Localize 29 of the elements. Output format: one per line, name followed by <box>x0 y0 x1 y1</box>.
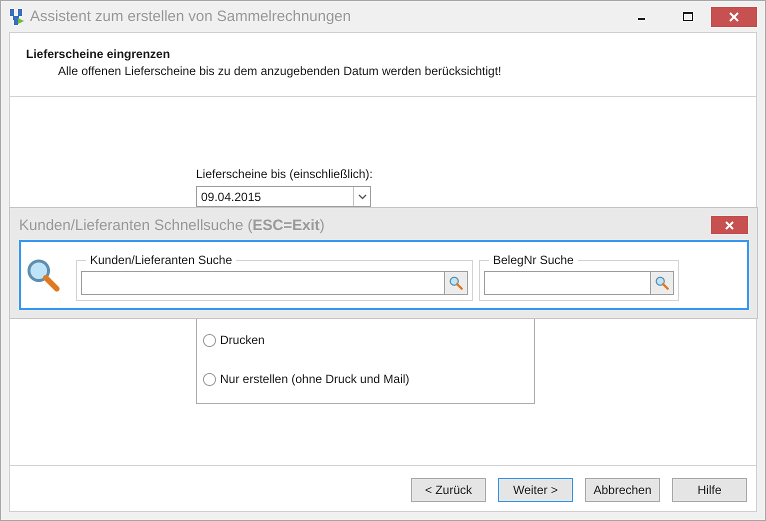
wizard-button[interactable]: < Zurück <box>411 478 486 502</box>
search-button[interactable] <box>650 271 674 295</box>
wizard-button[interactable]: Hilfe <box>672 478 747 502</box>
close-icon <box>729 12 739 22</box>
window-title: Assistent zum erstellen von Sammelrechnungen <box>30 8 352 25</box>
wizard-button[interactable]: Abbrechen <box>585 478 660 502</box>
close-button[interactable] <box>711 216 748 234</box>
app-icon <box>9 8 25 26</box>
dialog-title: Kunden/Lieferanten Schnellsuche (ESC=Exit) <box>19 216 326 234</box>
radio-button[interactable] <box>203 334 216 346</box>
radio-button[interactable] <box>203 372 216 386</box>
close-button[interactable] <box>711 6 757 26</box>
search-icon <box>449 276 463 290</box>
search-group-label: BelegNr Suche <box>492 253 575 267</box>
wizard-button[interactable]: Weiter > <box>498 478 573 502</box>
close-icon <box>725 220 734 230</box>
date-label: Lieferscheine bis (einschließlich): <box>196 167 374 181</box>
search-field[interactable] <box>81 271 444 295</box>
search-field[interactable] <box>484 271 650 295</box>
magnifier-icon <box>26 258 60 292</box>
search-group-label: Kunden/Lieferanten Suche <box>89 253 234 267</box>
search-icon <box>655 276 669 290</box>
maximize-icon <box>683 12 693 21</box>
search-button[interactable] <box>444 271 468 295</box>
radio-option[interactable]: Drucken <box>203 333 534 347</box>
chevron-down-icon <box>358 194 366 200</box>
radio-option[interactable]: Nur erstellen (ohne Druck und Mail) <box>203 372 534 386</box>
step-description: Alle offenen Lieferscheine bis zu dem anzugebenden Datum werden berücksichtigt! <box>58 64 502 78</box>
step-title: Lieferscheine eingrenzen <box>26 47 172 61</box>
